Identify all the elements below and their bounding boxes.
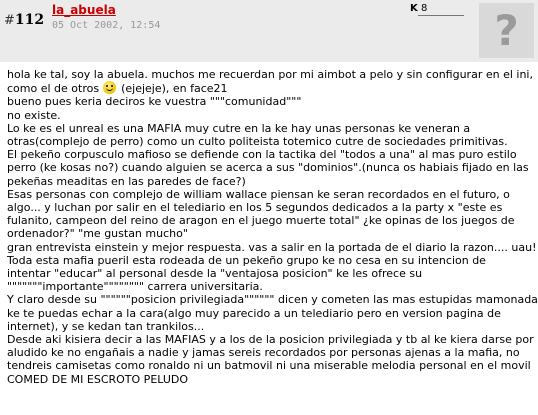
post-line: intentar "educar" al personal desde la "… <box>7 267 423 281</box>
post-line: Esas personas con complejo de william wa… <box>7 187 510 201</box>
post-number-value: 112 <box>14 12 45 28</box>
post-line: otras(complejo de perro) como un culto p… <box>7 135 508 149</box>
avatar: ? <box>479 3 534 58</box>
post-header: #112 la_abuela 05 Oct 2002, 12:54 K 8 ? <box>0 0 538 62</box>
karma-bar <box>418 15 464 16</box>
post-line: Toda esta mafia pueril esta rodeada de u… <box>7 253 486 267</box>
post-hash: # <box>4 13 15 28</box>
karma-label: K <box>410 3 418 14</box>
post-line: pekeñas meaditas en las paredes de face?… <box>7 174 246 188</box>
post-line: """""""importante"""""""" carrera univer… <box>7 280 263 294</box>
post-body: hola ke tal, soy la abuela. muchos me re… <box>7 68 538 386</box>
grin-smiley-icon <box>102 81 116 95</box>
post-line: Desde aki kisiera decir a las MAFIAS y a… <box>7 333 534 347</box>
post-number: #112 <box>4 12 44 28</box>
post-line: perro (ke kosas no?) cuando alguien se a… <box>7 161 529 175</box>
karma-value: 8 <box>420 3 428 14</box>
question-mark-icon: ? <box>494 6 519 55</box>
post-line: algo... y luchan por salir en el teledia… <box>7 201 503 215</box>
post-line: bueno pues keria deciros ke vuestra """c… <box>7 95 302 109</box>
post-line: fulanito, campeon del reino de aragon en… <box>7 214 515 228</box>
post-line: no existe. <box>7 108 61 122</box>
post-line: ordenador?" "me gustan mucho" <box>7 227 188 241</box>
post-line: gran entrevista einstein y mejor respues… <box>7 240 537 254</box>
karma-indicator: K 8 <box>410 3 427 14</box>
post-line: Y claro desde su """"""posicion privileg… <box>7 293 538 307</box>
post-line: aludido ke no engañais a nadie y jamas s… <box>7 346 520 360</box>
post-line-text: (ejejeje), en face21 <box>121 82 228 96</box>
post-date: 05 Oct 2002, 12:54 <box>52 20 161 31</box>
author-link[interactable]: la_abuela <box>52 3 116 17</box>
post-line: hola ke tal, soy la abuela. muchos me re… <box>7 68 533 81</box>
post-line: Lo ke es el unreal es una MAFIA muy cutr… <box>7 121 471 135</box>
post-line: como el de otros (ejejeje), en face21 <box>7 81 535 95</box>
post-line: ke te puedas echar a la cara(algo muy pa… <box>7 306 501 320</box>
post-line-text: como el de otros <box>7 82 100 96</box>
post-line: internet), y se kedan tan trankilos... <box>7 319 205 333</box>
post-line: tendreis camisetas como ronaldo ni un ba… <box>7 359 531 373</box>
post-line: El pekeño corpusculo mafioso se defiende… <box>7 148 517 162</box>
post-line: COMED DE MI ESCROTO PELUDO <box>7 372 189 386</box>
